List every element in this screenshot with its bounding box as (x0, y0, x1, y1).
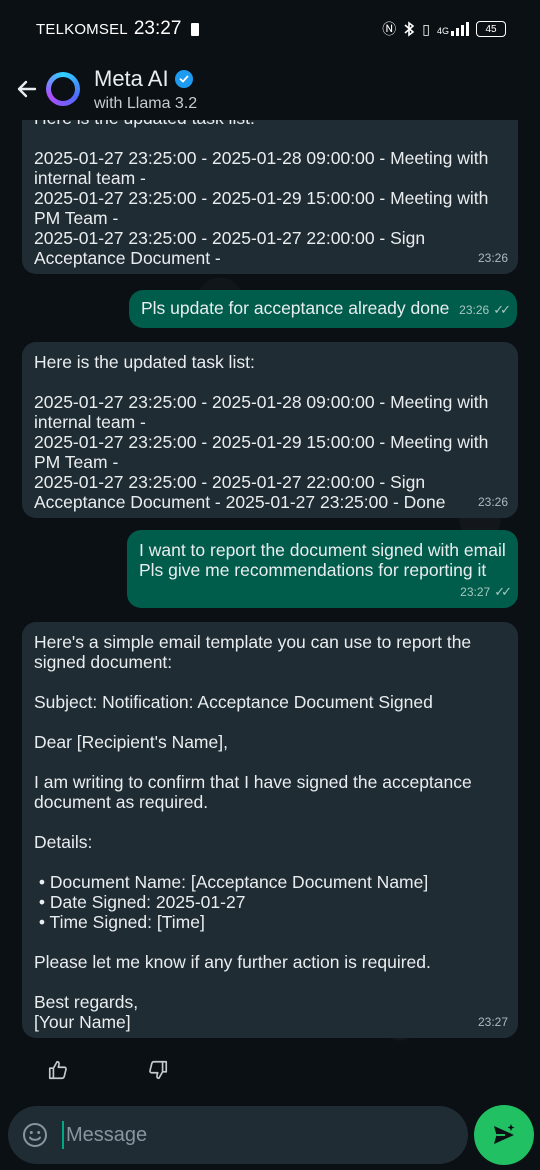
message-time: 23:27 (477, 1015, 508, 1029)
thumbs-up-icon (48, 1060, 67, 1080)
vibrate-icon: ▯ (422, 20, 430, 37)
status-bar: TELKOMSEL 23:27 Ⓝ ▯ 4G 45 (0, 0, 540, 58)
contact-subtitle: with Llama 3.2 (94, 94, 198, 112)
send-button[interactable] (474, 1105, 534, 1165)
emoji-button[interactable] (20, 1120, 50, 1150)
incoming-message[interactable]: Here is the updated task list: 2025-01-2… (22, 120, 518, 274)
contact-title-row: Meta AI (94, 66, 197, 92)
read-receipt-icon: ✓✓ (493, 302, 511, 317)
message-time: 23:27 (460, 585, 491, 599)
sim-icon (191, 22, 200, 36)
signal-icon: 4G (437, 22, 469, 36)
message-time: 23:26 (459, 303, 490, 317)
thumbs-up-button[interactable] (38, 1050, 78, 1090)
message-time: 23:26 (477, 251, 508, 265)
message-time-row: 23:27 ✓✓ (460, 582, 512, 602)
status-left: TELKOMSEL 23:27 (36, 18, 200, 40)
contact-info[interactable]: Meta AI with Llama 3.2 (94, 66, 197, 113)
bluetooth-icon (404, 21, 415, 37)
message-text: I want to report the document signed wit… (139, 540, 506, 580)
message-list[interactable]: Here is the updated task list: 2025-01-2… (0, 120, 540, 1100)
chat-header: Meta AI with Llama 3.2 (0, 58, 540, 120)
incoming-message[interactable]: Here's a simple email template you can u… (22, 622, 518, 1038)
message-text: Here's a simple email template you can u… (34, 632, 472, 1032)
nfc-icon: Ⓝ (382, 21, 397, 37)
read-receipt-icon: ✓✓ (494, 584, 512, 599)
message-time: 23:26 (477, 495, 508, 509)
message-composer (8, 1106, 468, 1164)
outgoing-message[interactable]: I want to report the document signed wit… (127, 530, 518, 608)
thumbs-down-button[interactable] (138, 1050, 178, 1090)
emoji-icon (23, 1123, 47, 1147)
verified-badge-icon (174, 69, 193, 88)
feedback-actions (38, 1050, 178, 1090)
message-text: Pls update for acceptance already done (141, 298, 450, 318)
carrier-name: TELKOMSEL (36, 20, 128, 38)
message-text: Here is the updated task list: 2025-01-2… (34, 352, 489, 512)
outgoing-message[interactable]: Pls update for acceptance already done 2… (129, 290, 517, 328)
contact-name: Meta AI (94, 65, 169, 91)
send-icon (494, 1124, 515, 1144)
message-input[interactable] (62, 1121, 468, 1149)
network-type: 4G (436, 26, 449, 36)
status-clock: 23:27 (133, 18, 182, 39)
meta-ai-avatar[interactable] (46, 72, 80, 106)
message-text: 2025-01-27 23:25:00 - 2025-01-28 09:00:0… (34, 148, 489, 268)
back-button[interactable] (10, 69, 44, 109)
incoming-message[interactable]: Here is the updated task list: 2025-01-2… (22, 342, 518, 518)
message-time-row: 23:26 ✓✓ (459, 300, 511, 320)
message-text-partial: Here is the updated task list: (34, 120, 506, 128)
thumbs-down-icon (149, 1060, 168, 1080)
status-right: Ⓝ ▯ 4G 45 (382, 19, 506, 39)
chat-screen: TELKOMSEL 23:27 Ⓝ ▯ 4G 45 Meta AI with L… (0, 0, 540, 1170)
battery-indicator: 45 (476, 21, 506, 37)
back-arrow-icon (17, 80, 37, 98)
